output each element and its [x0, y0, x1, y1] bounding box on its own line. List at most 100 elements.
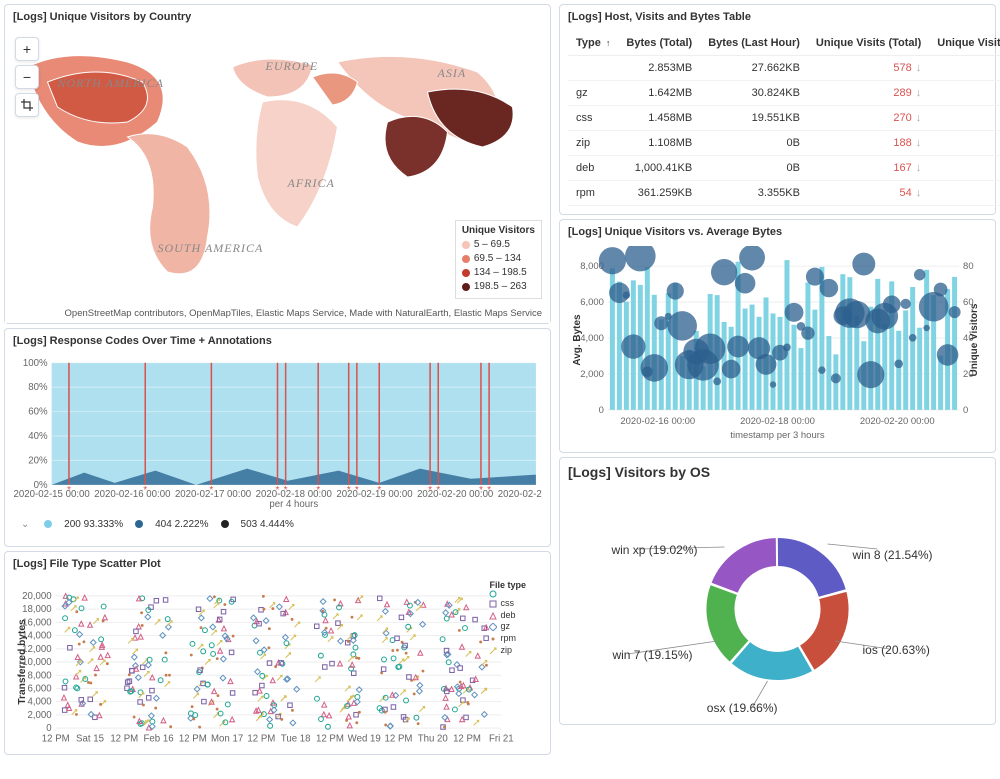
svg-text:12 PM: 12 PM	[247, 733, 275, 744]
panel-title: [Logs] Response Codes Over Time + Annota…	[5, 329, 550, 351]
legend-item[interactable]: 198.5 – 263	[462, 280, 535, 294]
panel-scatter: [Logs] File Type Scatter Plot 02,0004,00…	[4, 551, 551, 755]
svg-text:100%: 100%	[23, 358, 48, 369]
legend-item[interactable]: 404 2.222%	[135, 519, 208, 530]
legend-item[interactable]: gz	[489, 621, 526, 633]
donut-chart[interactable]: win 8 (21.54%)ios (20.63%)osx (19.66%)wi…	[560, 484, 995, 724]
table-header[interactable]: Bytes (Last Hour)	[700, 31, 808, 56]
legend-toggle[interactable]: ⌄	[21, 519, 29, 530]
svg-text:80%: 80%	[28, 382, 48, 393]
svg-text:Sat 15: Sat 15	[76, 733, 104, 744]
legend-item[interactable]: 134 – 198.5	[462, 266, 535, 280]
svg-text:*: *	[209, 485, 213, 496]
svg-text:*: *	[67, 485, 71, 496]
table-header[interactable]: Unique Visits (Total)	[808, 31, 929, 56]
zoom-in-button[interactable]: +	[15, 37, 39, 61]
svg-text:12 PM: 12 PM	[385, 733, 413, 744]
svg-text:12 PM: 12 PM	[453, 733, 481, 744]
svg-text:Fri 21: Fri 21	[489, 733, 514, 744]
svg-text:*: *	[355, 485, 359, 496]
continent-label: NORTH AMERICA	[57, 76, 164, 90]
svg-text:Transferred bytes: Transferred bytes	[17, 619, 28, 705]
svg-text:*: *	[377, 485, 381, 496]
legend-item[interactable]: zip	[489, 645, 526, 657]
svg-text:per 4 hours: per 4 hours	[269, 499, 318, 510]
svg-text:*: *	[487, 485, 491, 496]
svg-text:12 PM: 12 PM	[42, 733, 70, 744]
svg-text:2020-02-21 00:00: 2020-02-21 00:00	[498, 489, 542, 500]
table-header[interactable]: Unique Visits (Last Hour)	[929, 31, 1000, 56]
svg-text:20%: 20%	[28, 455, 48, 466]
donut-label: osx (19.66%)	[707, 701, 778, 715]
donut-slice[interactable]	[710, 537, 777, 594]
continent-label: SOUTH AMERICA	[158, 241, 264, 255]
continent-label: AFRICA	[287, 176, 335, 190]
legend-item[interactable]: 5 – 69.5	[462, 238, 535, 252]
svg-text:6,000: 6,000	[580, 297, 604, 308]
svg-text:Avg. Bytes: Avg. Bytes	[572, 314, 583, 366]
svg-text:2020-02-16 00:00: 2020-02-16 00:00	[94, 489, 170, 500]
svg-text:2,000: 2,000	[27, 710, 51, 721]
svg-text:*: *	[316, 485, 320, 496]
panel-title: [Logs] File Type Scatter Plot	[5, 552, 550, 574]
table-row[interactable]: 2.853MB27.662KB578↓6↓	[568, 56, 1000, 81]
panel-donut: [Logs] Visitors by OS win 8 (21.54%)ios …	[559, 457, 996, 725]
donut-label: ios (20.63%)	[863, 643, 930, 657]
bubble-chart[interactable]: 02,0004,0006,0008,000 020406080 2020-02-…	[568, 246, 987, 444]
svg-text:Thu 20: Thu 20	[418, 733, 448, 744]
panel-map: [Logs] Unique Visitors by Country + −	[4, 4, 551, 324]
legend-item[interactable]: css	[489, 598, 526, 610]
legend-item[interactable]: 503 4.444%	[221, 519, 294, 530]
crop-icon	[21, 99, 33, 111]
svg-text:*: *	[284, 485, 288, 496]
table-row[interactable]: css1.458MB19.551KB270↓3↓	[568, 106, 1000, 131]
svg-text:40%: 40%	[28, 431, 48, 442]
legend-item[interactable]	[489, 590, 526, 598]
donut-slice[interactable]	[774, 537, 847, 598]
panel-title: [Logs] Visitors by OS	[560, 458, 995, 484]
legend-item[interactable]: 200 93.333%	[44, 519, 123, 530]
fit-bounds-button[interactable]	[15, 93, 39, 117]
svg-text:8,000: 8,000	[27, 670, 51, 681]
svg-text:2020-02-20 00:00: 2020-02-20 00:00	[860, 416, 935, 427]
svg-text:Unique Visitors: Unique Visitors	[969, 303, 980, 376]
legend-item[interactable]: rpm	[489, 633, 526, 645]
table-header[interactable]: Bytes (Total)	[618, 31, 700, 56]
table-row[interactable]: gz1.642MB30.824KB289↓4↓	[568, 81, 1000, 106]
svg-text:2020-02-15 00:00: 2020-02-15 00:00	[14, 489, 90, 500]
response-chart[interactable]: 0%20%40%60%80%100% 2020-02-15 00:002020-…	[13, 355, 542, 515]
donut-label: win 7 (19.15%)	[611, 648, 692, 662]
svg-text:6,000: 6,000	[27, 684, 51, 695]
svg-text:*: *	[428, 485, 432, 496]
zoom-out-button[interactable]: −	[15, 65, 39, 89]
svg-text:Wed 19: Wed 19	[348, 733, 381, 744]
panel-bubble: [Logs] Unique Visitors vs. Average Bytes…	[559, 219, 996, 453]
svg-text:*: *	[347, 485, 351, 496]
map-body[interactable]: + − NO	[5, 27, 550, 323]
panel-table: [Logs] Host, Visits and Bytes Table Type…	[559, 4, 996, 215]
svg-text:80: 80	[963, 261, 974, 272]
svg-text:2,000: 2,000	[580, 369, 604, 380]
table-row[interactable]: deb1,000.41KB0B167↓0↓	[568, 156, 1000, 181]
svg-text:4,000: 4,000	[27, 697, 51, 708]
svg-text:60%: 60%	[28, 407, 48, 418]
map-legend: Unique Visitors 5 – 69.569.5 – 134134 – …	[455, 220, 542, 299]
svg-text:2020-02-18 00:00: 2020-02-18 00:00	[740, 416, 815, 427]
svg-text:*: *	[143, 485, 147, 496]
svg-text:12 PM: 12 PM	[110, 733, 138, 744]
svg-text:4,000: 4,000	[580, 333, 604, 344]
continent-label: EUROPE	[265, 59, 319, 73]
scatter-chart[interactable]: 02,0004,0006,0008,00010,00012,00014,0001…	[13, 578, 542, 746]
svg-text:Mon 17: Mon 17	[211, 733, 243, 744]
table-row[interactable]: zip1.108MB0B188↓0↓	[568, 131, 1000, 156]
svg-text:*: *	[436, 485, 440, 496]
legend-item[interactable]: 69.5 – 134	[462, 252, 535, 266]
response-legend: ⌄ 200 93.333% 404 2.222% 503 4.444%	[13, 515, 542, 538]
svg-text:*: *	[479, 485, 483, 496]
legend-item[interactable]: deb	[489, 610, 526, 622]
svg-text:18,000: 18,000	[22, 604, 52, 615]
panel-title: [Logs] Unique Visitors by Country	[5, 5, 550, 27]
table-row[interactable]: rpm361.259KB3.355KB54↓2↓	[568, 181, 1000, 206]
svg-text:0: 0	[599, 405, 604, 416]
table-header[interactable]: Type ↑	[568, 31, 618, 56]
